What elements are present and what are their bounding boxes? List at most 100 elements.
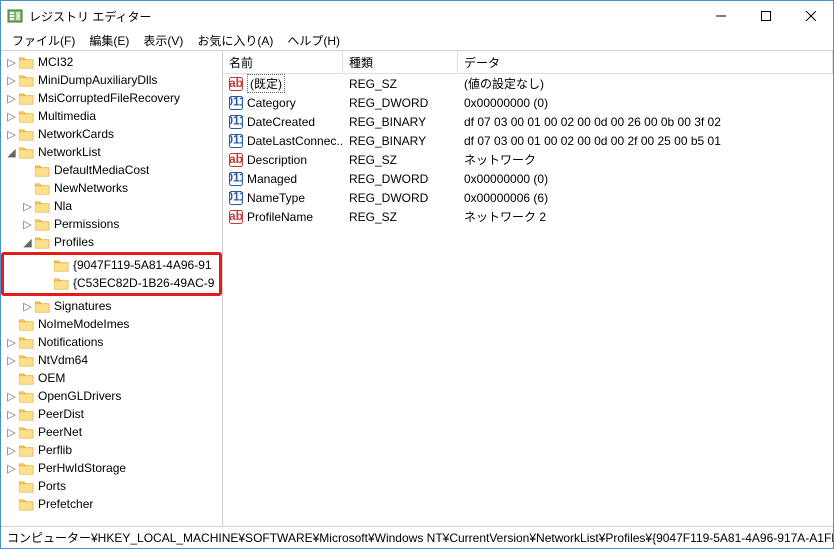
content: ▷ MCI32 ▷MiniDumpAuxiliaryDlls▷MsiCorrupte… [1, 51, 833, 526]
expand-toggle-icon[interactable]: ▷ [5, 336, 18, 349]
regedit-icon [7, 8, 23, 24]
col-header-type[interactable]: 種類 [343, 51, 458, 73]
expand-toggle-icon[interactable]: ▷ [5, 92, 18, 105]
expand-toggle-icon[interactable]: ▷ [5, 426, 18, 439]
svg-text:ab: ab [229, 77, 243, 90]
folder-icon [19, 354, 34, 367]
value-data: (値の設定なし) [464, 75, 544, 92]
expand-toggle-icon[interactable]: ▷ [21, 300, 34, 313]
list-row[interactable]: 011DateCreatedREG_BINARYdf 07 03 00 01 0… [223, 112, 833, 131]
tree-node-label: Notifications [38, 335, 103, 349]
expand-toggle-icon[interactable]: ▷ [5, 390, 18, 403]
folder-icon [35, 164, 50, 177]
menu-favorites[interactable]: お気に入り(A) [190, 30, 280, 51]
tree-node[interactable]: ▷Nla [1, 197, 222, 215]
folder-icon [19, 462, 34, 475]
folder-icon [19, 56, 34, 69]
expand-toggle-icon [5, 498, 18, 511]
list-row[interactable]: 011DateLastConnec...REG_BINARYdf 07 03 0… [223, 131, 833, 150]
expand-toggle-icon[interactable]: ▷ [5, 110, 18, 123]
expand-toggle-icon[interactable]: ▷ [5, 128, 18, 141]
expand-toggle-icon [5, 318, 18, 331]
folder-icon [19, 336, 34, 349]
tree-pane[interactable]: ▷ MCI32 ▷MiniDumpAuxiliaryDlls▷MsiCorrupte… [1, 51, 223, 526]
tree-node-label: Signatures [54, 299, 111, 313]
tree-node[interactable]: ▷OpenGLDrivers [1, 387, 222, 405]
value-name: Category [247, 96, 296, 110]
list-row[interactable]: abDescriptionREG_SZネットワーク [223, 150, 833, 169]
tree-node-label: Perflib [38, 443, 72, 457]
tree-node[interactable]: ▷ NetworkCards [1, 125, 222, 143]
svg-text:011: 011 [229, 134, 243, 147]
tree-node[interactable]: {9047F119-5A81-4A96-91 [4, 256, 219, 274]
tree-node[interactable]: {C53EC82D-1B26-49AC-99 [4, 274, 219, 292]
expand-toggle-icon [5, 372, 18, 385]
col-header-name[interactable]: 名前 [223, 51, 343, 73]
tree-node-label: Ports [38, 479, 66, 493]
tree-node[interactable]: Prefetcher [1, 495, 222, 513]
tree-node[interactable]: ▷Permissions [1, 215, 222, 233]
folder-icon [19, 444, 34, 457]
col-header-data[interactable]: データ [458, 51, 833, 73]
list-row[interactable]: 011CategoryREG_DWORD0x00000000 (0) [223, 93, 833, 112]
tree-node[interactable]: ◢Profiles [1, 233, 222, 251]
list-row[interactable]: 011ManagedREG_DWORD0x00000000 (0) [223, 169, 833, 188]
expand-toggle-icon[interactable]: ▷ [5, 354, 18, 367]
svg-text:ab: ab [229, 210, 243, 223]
expand-toggle-icon[interactable]: ▷ [5, 462, 18, 475]
menu-help[interactable]: ヘルプ(H) [280, 30, 347, 51]
tree-node-label: NetworkCards [38, 127, 114, 141]
tree-node[interactable]: ▷PeerDist [1, 405, 222, 423]
expand-toggle-icon [40, 277, 53, 290]
expand-toggle-icon[interactable]: ▷ [21, 218, 34, 231]
close-button[interactable] [788, 1, 833, 31]
tree-node-label: Prefetcher [38, 497, 93, 511]
list-row[interactable]: ab(既定)REG_SZ(値の設定なし) [223, 74, 833, 93]
tree-node[interactable]: NewNetworks [1, 179, 222, 197]
menu-edit[interactable]: 編集(E) [82, 30, 136, 51]
tree-node[interactable]: ▷ Signatures [1, 297, 222, 315]
tree-node[interactable]: ▷ MCI32 [1, 53, 222, 71]
tree-node[interactable]: ▷ Perflib [1, 441, 222, 459]
minimize-button[interactable] [698, 1, 743, 31]
expand-toggle-icon[interactable]: ◢ [5, 146, 18, 159]
tree-node-label: NetworkList [38, 145, 101, 159]
value-name: Managed [247, 172, 297, 186]
tree-node[interactable]: ◢ NetworkList [1, 143, 222, 161]
tree-node[interactable]: ▷PeerNet [1, 423, 222, 441]
expand-toggle-icon [21, 164, 34, 177]
tree-node[interactable]: ▷MiniDumpAuxiliaryDlls [1, 71, 222, 89]
folder-icon [54, 259, 69, 272]
list-row[interactable]: abProfileNameREG_SZネットワーク 2 [223, 207, 833, 226]
tree-node[interactable]: ▷MsiCorruptedFileRecovery [1, 89, 222, 107]
menu-file[interactable]: ファイル(F) [5, 30, 82, 51]
tree-node[interactable]: NoImeModeImes [1, 315, 222, 333]
expand-toggle-icon[interactable]: ▷ [5, 56, 18, 69]
tree-node[interactable]: ▷Multimedia [1, 107, 222, 125]
list-row[interactable]: 011NameTypeREG_DWORD0x00000006 (6) [223, 188, 833, 207]
expand-toggle-icon[interactable]: ▷ [5, 444, 18, 457]
expand-toggle-icon[interactable]: ▷ [21, 200, 34, 213]
tree-node[interactable]: ▷NtVdm64 [1, 351, 222, 369]
binary-value-icon: 011 [229, 191, 243, 205]
folder-icon [19, 92, 34, 105]
tree-node[interactable]: DefaultMediaCost [1, 161, 222, 179]
value-name: ProfileName [247, 210, 313, 224]
tree-node[interactable]: ▷ Notifications [1, 333, 222, 351]
expand-toggle-icon[interactable]: ▷ [5, 74, 18, 87]
expand-toggle-icon[interactable]: ◢ [21, 236, 34, 249]
tree-node[interactable]: Ports [1, 477, 222, 495]
tree-node[interactable]: ▷PerHwIdStorage [1, 459, 222, 477]
maximize-button[interactable] [743, 1, 788, 31]
expand-toggle-icon [21, 182, 34, 195]
list-body[interactable]: ab(既定)REG_SZ(値の設定なし)011CategoryREG_DWORD… [223, 74, 833, 526]
value-data: 0x00000000 (0) [464, 96, 548, 110]
folder-icon [19, 128, 34, 141]
tree-node[interactable]: OEM [1, 369, 222, 387]
menu-view[interactable]: 表示(V) [136, 30, 190, 51]
string-value-icon: ab [229, 77, 243, 91]
tree-node-label: MCI32 [38, 55, 73, 69]
tree-node-label: NoImeModeImes [38, 317, 129, 331]
expand-toggle-icon[interactable]: ▷ [5, 408, 18, 421]
titlebar: レジストリ エディター [1, 1, 833, 31]
